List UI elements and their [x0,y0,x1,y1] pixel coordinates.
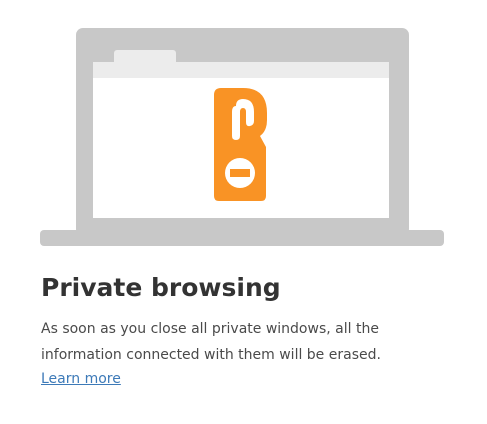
learn-more-link[interactable]: Learn more [41,367,121,391]
private-browsing-laptop-illustration [40,28,444,246]
door-hanger-icon [214,88,267,201]
private-browsing-description: As soon as you close all private windows… [41,321,381,363]
laptop-base [40,230,444,246]
page-title: Private browsing [41,273,281,302]
private-browsing-panel: Private browsing As soon as you close al… [0,0,487,424]
